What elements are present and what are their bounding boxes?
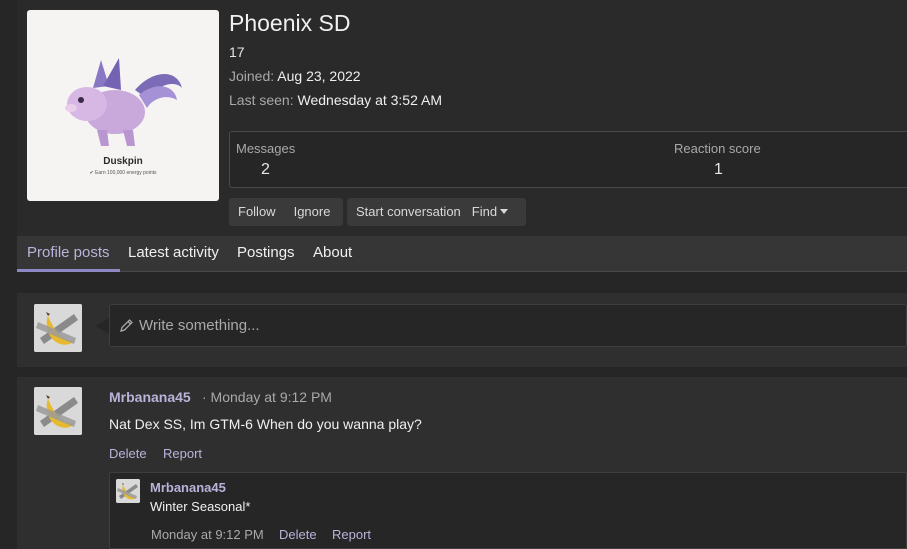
post-body: Nat Dex SS, Im GTM-6 When do you wanna p…: [109, 416, 422, 432]
messages-count[interactable]: 2: [261, 161, 270, 179]
reply-report-link[interactable]: Report: [332, 527, 371, 542]
joined-label: Joined:: [229, 68, 275, 84]
find-dropdown[interactable]: Find: [470, 198, 517, 226]
profile-stats: Messages 2 Reaction score 1: [229, 131, 907, 188]
messages-label: Messages: [236, 141, 296, 156]
follow-button[interactable]: Follow: [229, 198, 285, 226]
compose-placeholder: Write something...: [139, 317, 260, 334]
joined-value[interactable]: Aug 23, 2022: [277, 68, 360, 84]
pet-achievement: ✔ Earn 100,000 energy points: [89, 170, 157, 176]
banana-avatar-icon: [34, 304, 82, 352]
conversation-find-group: Start conversation Find: [347, 198, 526, 226]
post-author-avatar[interactable]: [34, 387, 82, 435]
last-seen-value: Wednesday at 3:52 AM: [297, 92, 443, 108]
reply-timestamp[interactable]: Monday at 9:12 PM: [151, 527, 264, 542]
pet-name: Duskpin: [103, 156, 143, 167]
ignore-button[interactable]: Ignore: [285, 198, 340, 226]
profile-avatar[interactable]: Duskpin ✔ Earn 100,000 energy points: [27, 10, 219, 201]
tab-profile-posts[interactable]: Profile posts: [17, 236, 120, 272]
left-gutter: [0, 0, 17, 549]
start-conversation-button[interactable]: Start conversation: [347, 198, 470, 226]
post-report-link[interactable]: Report: [163, 446, 202, 461]
banana-avatar-icon: [34, 387, 82, 435]
find-label: Find: [471, 204, 498, 219]
post-delete-link[interactable]: Delete: [109, 446, 147, 461]
reaction-score-label: Reaction score: [674, 141, 761, 156]
profile-user-title: 17: [229, 44, 245, 60]
post-timestamp[interactable]: · Monday at 9:12 PM: [202, 389, 332, 405]
last-seen-label: Last seen:: [229, 92, 294, 108]
reply-body: Winter Seasonal*: [150, 499, 251, 514]
profile-tabs: Profile posts Latest activity Postings A…: [17, 236, 907, 272]
follow-ignore-group: Follow Ignore: [229, 198, 343, 226]
compose-pointer: [96, 318, 109, 334]
reply-author-link[interactable]: Mrbanana45: [150, 480, 226, 495]
tab-latest-activity[interactable]: Latest activity: [118, 236, 229, 272]
tab-postings[interactable]: Postings: [227, 236, 305, 272]
dragon-pet-icon: [65, 58, 182, 146]
current-user-avatar[interactable]: [34, 304, 82, 352]
reply-author-avatar[interactable]: [116, 479, 140, 503]
tab-about[interactable]: About: [303, 236, 362, 272]
pencil-icon: [120, 319, 133, 332]
reaction-score-value[interactable]: 1: [714, 161, 723, 179]
post-author-link[interactable]: Mrbanana45: [109, 389, 191, 405]
banana-avatar-icon: [116, 479, 140, 503]
caret-down-icon: [500, 209, 509, 214]
reply-delete-link[interactable]: Delete: [279, 527, 317, 542]
profile-username: Phoenix SD: [229, 10, 351, 36]
joined-line: Joined: Aug 23, 2022: [229, 68, 361, 84]
last-seen-line: Last seen: Wednesday at 3:52 AM: [229, 92, 442, 108]
